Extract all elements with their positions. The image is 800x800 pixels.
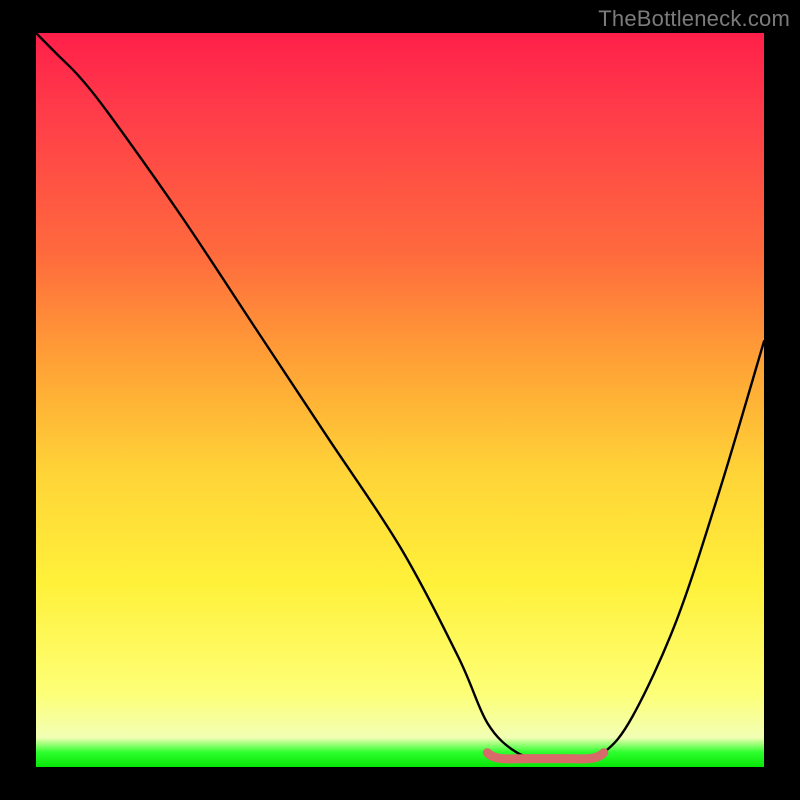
- chart-frame: TheBottleneck.com: [0, 0, 800, 800]
- watermark-text: TheBottleneck.com: [598, 6, 790, 32]
- curve-layer: [36, 33, 764, 767]
- bottleneck-curve: [36, 33, 764, 761]
- optimal-flat-segment: [487, 753, 603, 759]
- plot-area: [36, 33, 764, 767]
